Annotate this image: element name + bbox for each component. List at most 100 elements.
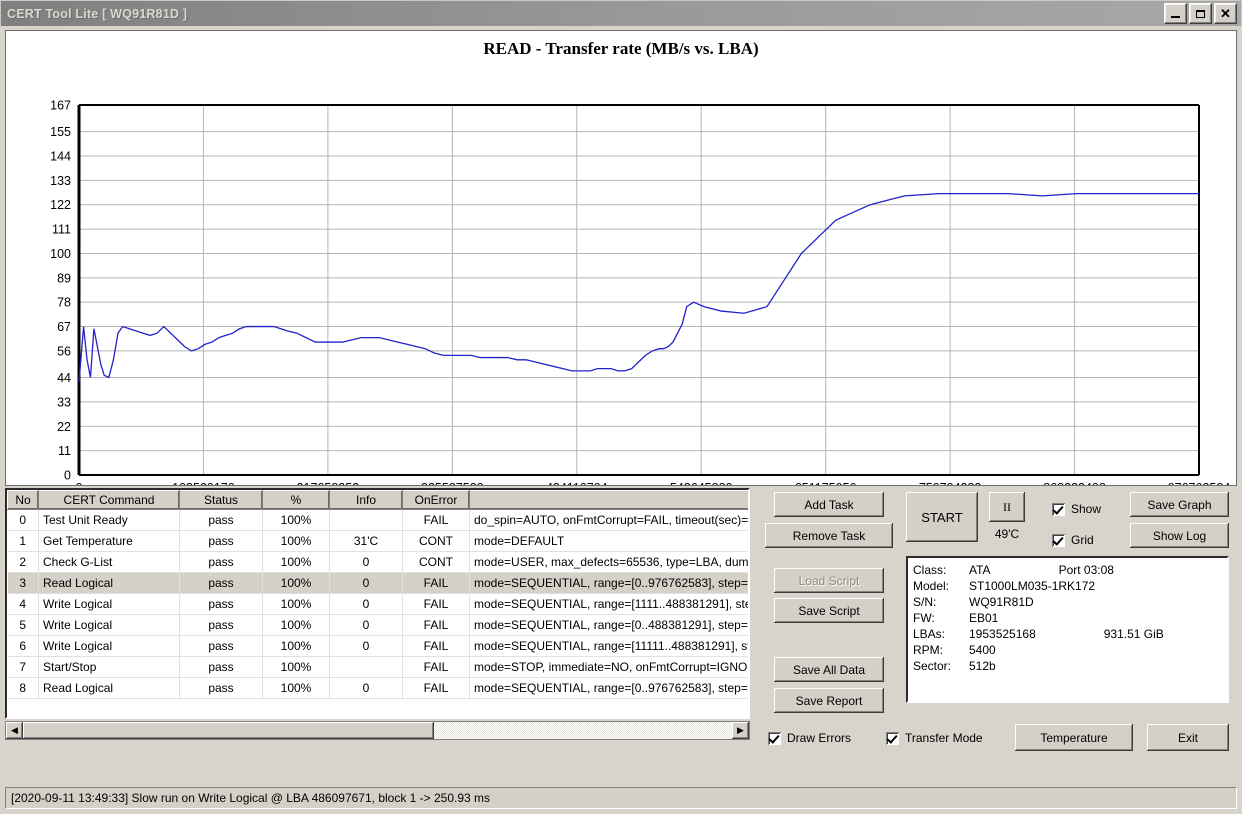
show-checkbox-label: Show [1071,502,1102,516]
svg-text:217058352: 217058352 [297,481,360,485]
load-script-button[interactable]: Load Script [774,568,884,593]
scroll-left-arrow-icon[interactable]: ◀ [6,722,23,739]
transfer-mode-checkbox[interactable]: Transfer Mode [886,731,983,745]
svg-text:133: 133 [50,174,71,188]
cell-onerror: FAIL [402,635,470,657]
cell-settings: mode=STOP, immediate=NO, onFmtCorrupt=IG… [469,656,748,678]
show-checkbox[interactable]: Show [1052,502,1101,516]
drive-info-sector-value: 512b [969,659,996,673]
column-header-no[interactable]: No [7,490,39,510]
cell-info [329,656,403,678]
drive-info-sector-key: Sector: [913,659,952,673]
cell-command: Start/Stop [38,656,180,678]
draw-errors-checkbox[interactable]: Draw Errors [768,731,851,745]
cell-no: 7 [7,656,39,678]
window-buttons: ✕ [1164,3,1239,24]
svg-text:67: 67 [57,320,71,334]
scrollbar-thumb[interactable] [23,722,435,739]
close-icon: ✕ [1220,6,1231,21]
cell-info: 31'C [329,530,403,552]
cell-percent: 100% [262,551,330,573]
cell-onerror: CONT [402,530,470,552]
save-report-button[interactable]: Save Report [774,688,884,713]
cell-command: Get Temperature [38,530,180,552]
table-row[interactable]: 0 Test Unit Ready pass 100% FAIL do_spin=AUTO… [7,509,748,531]
start-button[interactable]: START [906,492,978,542]
drive-info-fw-value: EB01 [969,611,999,625]
grid-checkbox-box[interactable] [1052,533,1065,547]
svg-text:651175056: 651175056 [795,481,857,485]
drive-info-rpm-key: RPM: [913,643,943,657]
minimize-icon [1171,15,1180,18]
remove-task-button[interactable]: Remove Task [765,523,893,548]
show-checkbox-box[interactable] [1052,502,1065,516]
cell-percent: 100% [262,614,330,636]
save-all-data-button[interactable]: Save All Data [774,657,884,682]
column-header-info[interactable]: Info [329,490,403,510]
drive-info-capacity: 931.51 GiB [1103,627,1164,641]
cell-onerror: FAIL [402,656,470,678]
drive-info-lbas-value: 1953525168 [969,627,1036,641]
drive-info-class-value: ATA [969,563,991,577]
drive-info-class: Class: ATA Port 03:08 [913,562,1222,578]
svg-text:542645880: 542645880 [670,481,733,485]
cell-info: 0 [329,551,403,573]
task-list-column: No CERT Command Status % Info OnError Se… [5,488,750,784]
temperature-button[interactable]: Temperature [1015,724,1133,751]
drive-info-rpm-value: 5400 [969,643,996,657]
svg-text:0: 0 [76,481,83,485]
task-table-container[interactable]: No CERT Command Status % Info OnError Se… [5,488,750,719]
transfer-mode-checkbox-box[interactable] [886,731,899,745]
show-log-button[interactable]: Show Log [1130,523,1229,548]
maximize-button[interactable] [1189,3,1212,24]
cell-settings: mode=DEFAULT [469,530,748,552]
draw-errors-checkbox-box[interactable] [768,731,781,745]
drive-info-fw: FW: EB01 [913,610,1222,626]
scroll-right-arrow-icon[interactable]: ▶ [732,722,749,739]
drive-info-rpm: RPM: 5400 [913,642,1222,658]
drive-info-sn-key: S/N: [913,595,937,609]
table-header-row: No CERT Command Status % Info OnError Se… [7,490,748,510]
cell-info: 0 [329,614,403,636]
task-table-body: 0 Test Unit Ready pass 100% FAIL do_spin=AUTO… [7,509,748,699]
cell-status: pass [179,572,263,594]
cell-percent: 100% [262,530,330,552]
svg-text:44: 44 [57,371,71,385]
minimize-button[interactable] [1164,3,1187,24]
table-row[interactable]: 4 Write Logical pass 100% 0 FAIL mode=SEQUENTI… [7,593,748,615]
cell-onerror: FAIL [402,593,470,615]
title-bar: CERT Tool Lite [ WQ91R81D ] ✕ [0,0,1242,26]
column-header-status[interactable]: Status [179,490,263,510]
scrollbar-track[interactable] [23,722,732,739]
grid-checkbox[interactable]: Grid [1052,533,1094,547]
table-row[interactable]: 3 Read Logical pass 100% 0 FAIL mode=SEQUENTIA… [7,572,748,594]
task-table-hscrollbar[interactable]: ◀ ▶ [5,721,750,740]
svg-text:325587528: 325587528 [421,481,484,485]
table-row[interactable]: 6 Write Logical pass 100% 0 FAIL mode=SEQUENTI… [7,635,748,657]
cell-percent: 100% [262,509,330,531]
drive-info-sn: S/N: WQ91R81D [913,594,1222,610]
close-button[interactable]: ✕ [1214,3,1237,24]
cell-percent: 100% [262,572,330,594]
column-header-cert-command[interactable]: CERT Command [38,490,180,510]
save-script-button[interactable]: Save Script [774,598,884,623]
maximize-icon [1196,9,1205,18]
table-row[interactable]: 5 Write Logical pass 100% 0 FAIL mode=SEQUENTI… [7,614,748,636]
column-header-settings[interactable]: Settings [469,490,748,510]
svg-text:108529176: 108529176 [172,481,235,485]
svg-text:0: 0 [64,469,71,483]
cell-settings: mode=SEQUENTIAL, range=[0..488381291], s… [469,614,748,636]
cell-status: pass [179,635,263,657]
save-graph-button[interactable]: Save Graph [1130,492,1229,517]
table-row[interactable]: 1 Get Temperature pass 100% 31'C CONT mode=DEF… [7,530,748,552]
svg-text:11: 11 [58,444,71,458]
column-header-percent[interactable]: % [262,490,330,510]
table-row[interactable]: 8 Read Logical pass 100% 0 FAIL mode=SEQUENTIA… [7,677,748,699]
table-row[interactable]: 7 Start/Stop pass 100% FAIL mode=STOP, immedi… [7,656,748,678]
draw-errors-checkbox-label: Draw Errors [787,731,852,745]
exit-button[interactable]: Exit [1147,724,1229,751]
pause-button[interactable]: II [989,492,1025,522]
column-header-onerror[interactable]: OnError [402,490,470,510]
table-row[interactable]: 2 Check G-List pass 100% 0 CONT mode=USER, max… [7,551,748,573]
add-task-button[interactable]: Add Task [774,492,884,517]
